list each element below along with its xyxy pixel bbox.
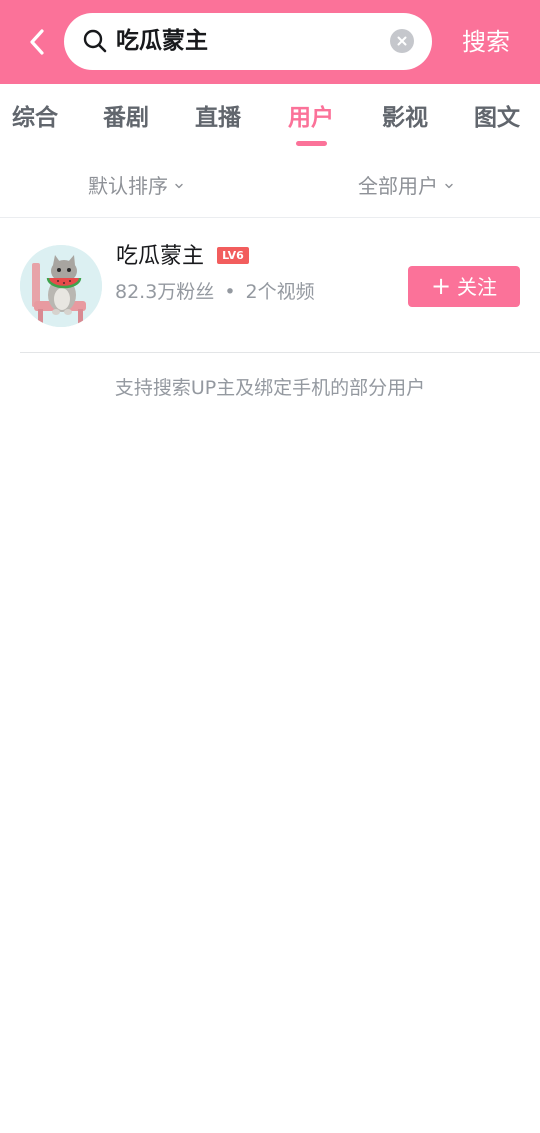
sort-dropdown-label: 默认排序 [88, 174, 168, 198]
clear-search-button[interactable] [390, 29, 414, 53]
filter-bar: 默认排序 全部用户 [0, 158, 540, 218]
tab-movies[interactable]: 影视 [370, 101, 440, 135]
follow-button[interactable]: + 关注 [408, 266, 520, 307]
chevron-down-icon [445, 183, 453, 189]
back-button[interactable] [20, 22, 54, 62]
result-tabs: 综合 番剧 直播 用户 影视 图文 [0, 84, 540, 154]
user-stats: 82.3万粉丝 • 2个视频 [115, 277, 315, 307]
search-submit-button[interactable]: 搜索 [449, 22, 523, 62]
video-count: 2个视频 [245, 281, 315, 303]
tab-live[interactable]: 直播 [183, 101, 253, 135]
plus-icon: + [430, 272, 452, 300]
follow-button-label: 关注 [457, 275, 498, 299]
search-query-text[interactable]: 吃瓜蒙主 [116, 25, 208, 58]
tab-users[interactable]: 用户 [276, 101, 346, 135]
search-header: 吃瓜蒙主 搜索 [0, 0, 540, 84]
separator-dot: • [224, 281, 236, 303]
tab-articles[interactable]: 图文 [462, 101, 532, 135]
chevron-down-icon [175, 183, 183, 189]
user-result-item[interactable]: 吃瓜蒙主 LV6 82.3万粉丝 • 2个视频 + 关注 [0, 219, 540, 353]
search-hint-text: 支持搜索UP主及绑定手机的部分用户 [114, 377, 426, 399]
close-icon [397, 36, 407, 46]
user-scope-dropdown[interactable]: 全部用户 [358, 170, 454, 202]
sort-dropdown[interactable]: 默认排序 [88, 170, 184, 202]
search-input[interactable]: 吃瓜蒙主 [64, 13, 432, 70]
cat-eating-watermelon-avatar-icon [20, 245, 102, 327]
divider [20, 352, 540, 353]
tab-bangumi[interactable]: 番剧 [91, 101, 161, 135]
user-name[interactable]: 吃瓜蒙主 [116, 241, 204, 273]
avatar[interactable] [20, 245, 102, 327]
tab-general[interactable]: 综合 [0, 101, 70, 135]
search-icon [83, 29, 107, 53]
user-scope-dropdown-label: 全部用户 [358, 174, 438, 198]
level-badge: LV6 [217, 247, 249, 264]
active-tab-indicator [296, 141, 327, 146]
follower-count: 82.3万粉丝 [115, 281, 215, 303]
back-arrow-icon [30, 29, 44, 55]
